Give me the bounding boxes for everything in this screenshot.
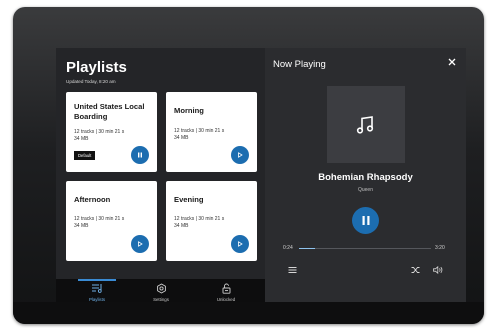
music-note-icon (356, 115, 374, 134)
nav-label: Settings (153, 297, 169, 302)
play-icon (238, 241, 243, 247)
playlist-title: Morning (174, 106, 204, 115)
playlist-size: 34 MB (74, 136, 89, 142)
play-icon (238, 152, 243, 158)
settings-icon (156, 283, 166, 294)
playlist-title: Evening (174, 195, 204, 204)
queue-button[interactable] (288, 261, 297, 279)
volume-button[interactable] (433, 261, 443, 279)
song-title: Bohemian Rhapsody (318, 172, 413, 183)
nav-item-settings[interactable]: Settings (138, 279, 184, 304)
play-pause-button[interactable] (352, 207, 379, 234)
shuffle-icon (411, 267, 420, 273)
play-button[interactable] (231, 235, 249, 253)
play-icon (138, 241, 143, 247)
playlist-size: 34 MB (174, 135, 189, 141)
playlist-card[interactable]: Afternoon 12 tracks | 30 min 21 s 34 MB (66, 181, 157, 261)
playlist-tracks: 12 tracks | 30 min 21 s (74, 216, 125, 222)
duration-time: 3:20 (435, 245, 445, 251)
now-playing-title: Now Playing (273, 59, 326, 70)
tablet-device: Playlists Updated Today, 8:20 am United … (13, 7, 484, 324)
playlist-title: United States Local Boarding (74, 102, 145, 121)
play-button[interactable] (131, 235, 149, 253)
now-playing-panel: Now Playing Bohemian Rhapsody Queen 0:24… (265, 48, 466, 304)
album-art (327, 86, 405, 163)
close-button[interactable] (448, 57, 456, 69)
play-button[interactable] (231, 146, 249, 164)
page-title: Playlists (66, 59, 127, 76)
updated-text: Updated Today, 8:20 am (66, 79, 116, 84)
playlist-size: 34 MB (74, 223, 89, 229)
bottom-nav: Playlists Settings Unlocked (56, 279, 265, 304)
nav-item-unlocked[interactable]: Unlocked (203, 279, 249, 304)
shuffle-button[interactable] (411, 261, 420, 279)
nav-label: Playlists (88, 297, 106, 302)
nav-label: Unlocked (216, 297, 236, 302)
unlock-icon (222, 283, 230, 294)
playlist-card[interactable]: United States Local Boarding 12 tracks |… (66, 92, 157, 172)
playlist-tracks: 12 tracks | 30 min 21 s (174, 216, 225, 222)
elapsed-time: 0:24 (283, 245, 293, 251)
nav-item-playlists[interactable]: Playlists (74, 279, 120, 304)
playlists-panel: Playlists Updated Today, 8:20 am United … (56, 48, 265, 304)
close-icon (448, 58, 456, 66)
playlist-icon (92, 284, 102, 293)
playlist-card[interactable]: Evening 12 tracks | 30 min 21 s 34 MB (166, 181, 257, 261)
pause-icon (362, 216, 369, 225)
progress-fill (299, 248, 315, 249)
screen: Playlists Updated Today, 8:20 am United … (56, 48, 466, 304)
playlist-size: 34 MB (174, 223, 189, 229)
artist-name: Queen (357, 187, 373, 193)
pause-icon (138, 152, 142, 158)
playlist-tracks: 12 tracks | 30 min 21 s (174, 128, 225, 134)
playlist-card[interactable]: Morning 12 tracks | 30 min 21 s 34 MB (166, 92, 257, 172)
queue-icon (288, 267, 297, 273)
progress-bar[interactable] (299, 248, 431, 249)
pause-button[interactable] (131, 146, 149, 164)
volume-icon (433, 265, 443, 275)
playlist-title: Afternoon (74, 195, 111, 204)
default-badge: Default (74, 151, 96, 160)
playlist-tracks: 12 tracks | 30 min 21 s (74, 129, 125, 135)
